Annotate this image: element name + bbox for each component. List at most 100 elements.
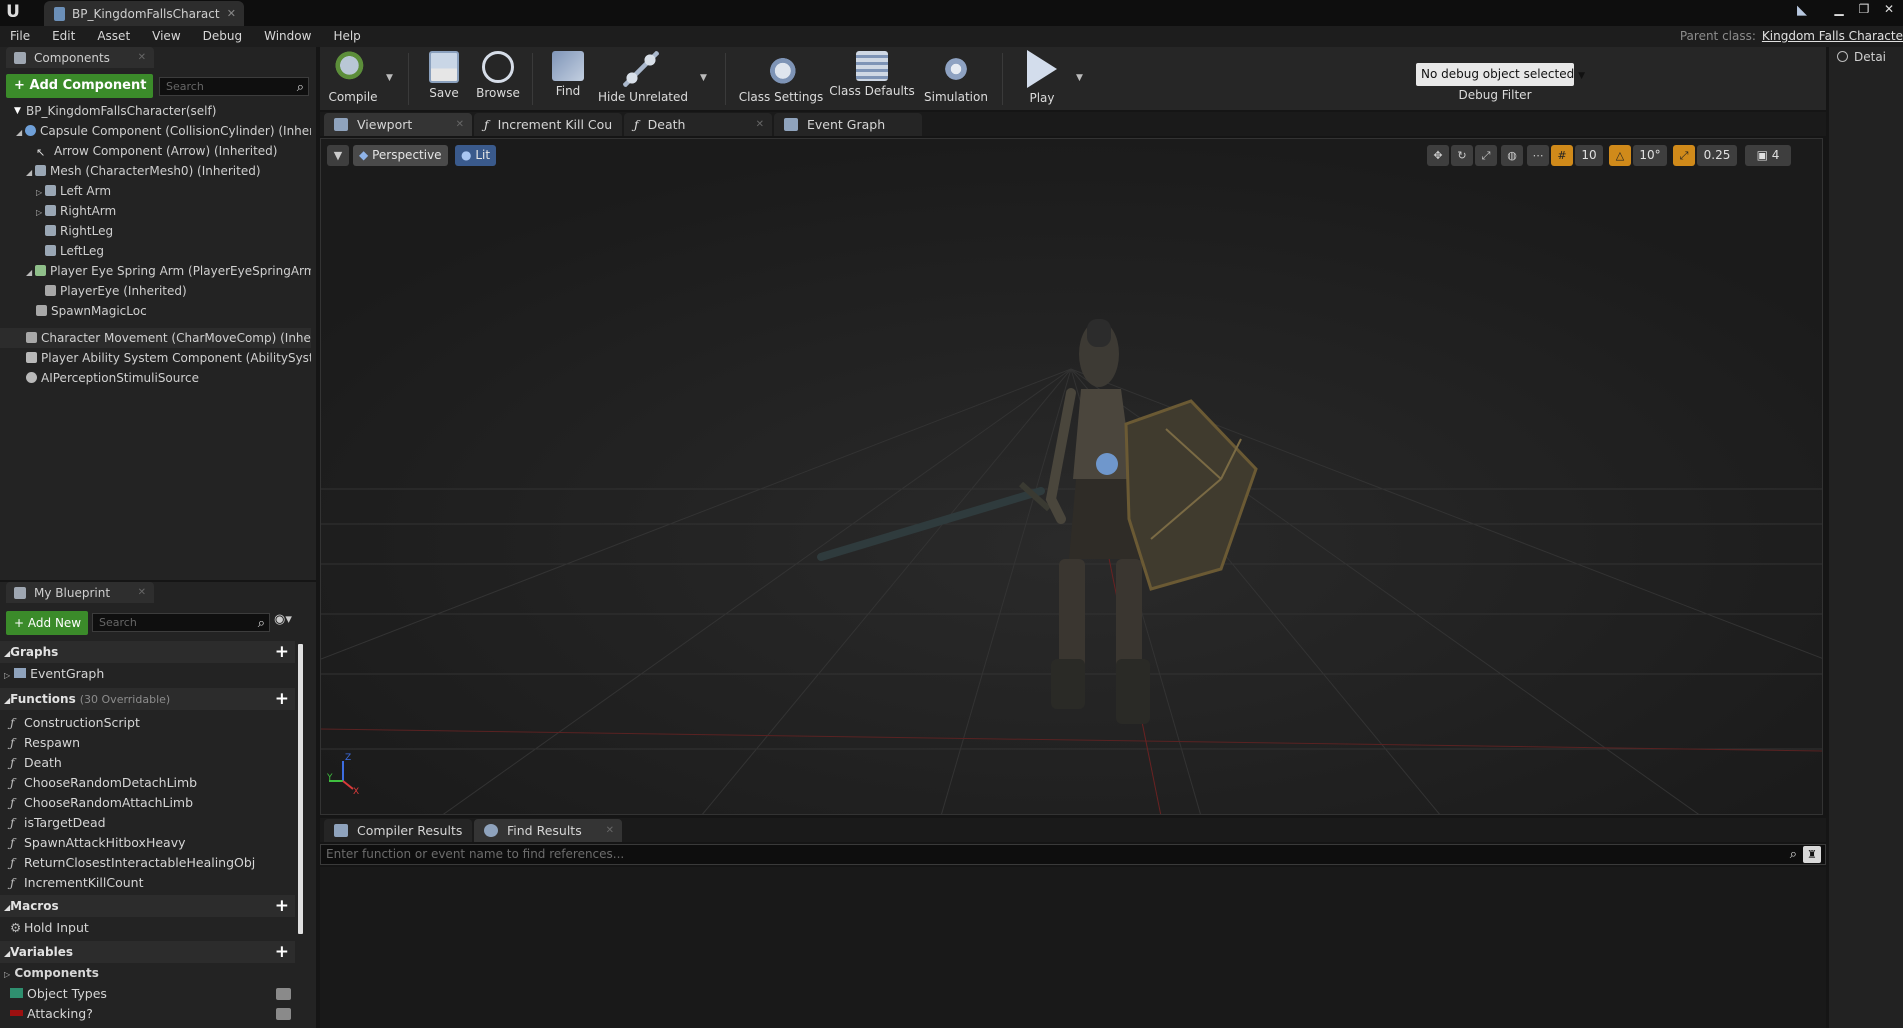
function-item[interactable]: ƒ ReturnClosestInteractableHealingObj bbox=[10, 853, 255, 873]
tab-components[interactable]: Components ✕ bbox=[6, 47, 154, 68]
function-item[interactable]: ƒ Respawn bbox=[10, 733, 80, 753]
function-item[interactable]: ƒ SpawnAttackHitboxHeavy bbox=[10, 833, 186, 853]
component-item-ai-perception[interactable]: AIPerceptionStimuliSource bbox=[26, 368, 311, 388]
maximize-button[interactable]: ❐ bbox=[1853, 2, 1875, 17]
close-icon[interactable]: ✕ bbox=[606, 825, 614, 836]
browse-button[interactable]: Browse bbox=[470, 47, 526, 110]
hide-unrelated-chevron-icon[interactable]: ▼ bbox=[700, 73, 707, 83]
blueprint-scrollbar[interactable] bbox=[298, 644, 303, 934]
component-item-capsule[interactable]: ◢ Capsule Component (CollisionCylinder) (… bbox=[16, 121, 311, 141]
close-icon[interactable]: ✕ bbox=[456, 119, 464, 130]
grid-snap-value[interactable]: 10 bbox=[1575, 145, 1603, 166]
find-in-all-blueprints-icon[interactable]: ♜ bbox=[1803, 846, 1821, 863]
tab-death[interactable]: ƒ Death ✕ bbox=[624, 113, 772, 136]
viewport-options-button[interactable]: ▼ bbox=[327, 145, 349, 166]
translate-icon[interactable]: ✥ bbox=[1427, 145, 1449, 166]
close-window-button[interactable]: ✕ bbox=[1878, 2, 1900, 17]
function-item[interactable]: ƒ IncrementKillCount bbox=[10, 873, 143, 893]
class-settings-button[interactable]: Class Settings bbox=[738, 47, 824, 110]
add-graph-button[interactable]: + bbox=[275, 641, 289, 663]
find-references-input[interactable]: Enter function or event name to find ref… bbox=[320, 844, 1826, 865]
menu-help[interactable]: Help bbox=[322, 26, 371, 47]
notification-icon[interactable]: ◣ bbox=[1797, 3, 1817, 19]
close-icon[interactable]: ✕ bbox=[756, 119, 764, 130]
compile-options-chevron-icon[interactable]: ▼ bbox=[386, 73, 393, 83]
visibility-eye-icon[interactable] bbox=[276, 988, 291, 1000]
function-item[interactable]: ƒ isTargetDead bbox=[10, 813, 106, 833]
find-button[interactable]: Find bbox=[542, 47, 594, 110]
tab-my-blueprint[interactable]: My Blueprint ✕ bbox=[6, 582, 154, 603]
expand-arrow-icon[interactable]: ◢ bbox=[16, 123, 25, 141]
collapsed-arrow-icon[interactable]: ▷ bbox=[36, 183, 45, 201]
menu-view[interactable]: View bbox=[141, 26, 191, 47]
macros-header[interactable]: ◢Macros + bbox=[0, 895, 295, 917]
add-function-button[interactable]: + bbox=[275, 688, 289, 710]
component-item-spring-arm[interactable]: ◢ Player Eye Spring Arm (PlayerEyeSpringA… bbox=[26, 261, 311, 281]
add-component-button[interactable]: + Add Component ▼ bbox=[6, 74, 153, 116]
tab-compiler-results[interactable]: Compiler Results bbox=[324, 819, 472, 842]
visibility-eye-icon[interactable] bbox=[276, 1008, 291, 1020]
expand-arrow-icon[interactable]: ◢ bbox=[26, 163, 35, 181]
component-item-left-leg[interactable]: LeftLeg bbox=[45, 241, 311, 261]
perspective-button[interactable]: ◆ Perspective bbox=[353, 145, 448, 166]
view-mode-button[interactable]: ● Lit bbox=[455, 145, 497, 166]
tab-event-graph[interactable]: Event Graph bbox=[774, 113, 922, 136]
parent-class-link[interactable]: Kingdom Falls Characte bbox=[1762, 29, 1903, 43]
tab-find-results[interactable]: Find Results ✕ bbox=[474, 819, 622, 842]
component-item-right-leg[interactable]: RightLeg bbox=[45, 221, 311, 241]
rotation-snap-value[interactable]: 10° bbox=[1633, 145, 1667, 166]
variables-category[interactable]: ▷ Components bbox=[4, 963, 99, 983]
scale-snap-value[interactable]: 0.25 bbox=[1697, 145, 1737, 166]
rotation-snap-icon[interactable]: △ bbox=[1609, 145, 1631, 166]
minimize-button[interactable]: ▁ bbox=[1828, 2, 1850, 17]
graph-item-eventgraph[interactable]: ▷ EventGraph bbox=[4, 664, 104, 684]
play-options-chevron-icon[interactable]: ▼ bbox=[1076, 73, 1083, 83]
grid-snap-icon[interactable]: # bbox=[1551, 145, 1573, 166]
blueprint-search-input[interactable]: Search ⌕ bbox=[92, 613, 270, 632]
simulation-button[interactable]: Simulation bbox=[920, 47, 992, 110]
compile-button[interactable]: Compile bbox=[324, 47, 382, 110]
tab-increment-kill-count[interactable]: ƒ Increment Kill Cou bbox=[474, 113, 622, 136]
play-button[interactable]: Play bbox=[1016, 47, 1068, 110]
rotate-icon[interactable]: ↻ bbox=[1451, 145, 1473, 166]
viewport[interactable]: Z Y X ▼ ◆ Perspective ● Lit ✥ ↻ ⤢ ◍ ⋯ # … bbox=[320, 138, 1823, 815]
component-item-player-eye[interactable]: PlayerEye (Inherited) bbox=[45, 281, 311, 301]
eye-icon[interactable]: ◉▾ bbox=[274, 612, 292, 627]
functions-header[interactable]: ◢Functions (30 Overridable) + bbox=[0, 688, 295, 710]
component-item-spawn-magic-loc[interactable]: SpawnMagicLoc bbox=[36, 301, 311, 321]
menu-asset[interactable]: Asset bbox=[86, 26, 141, 47]
variable-item[interactable]: Object Types bbox=[10, 984, 300, 1004]
save-button[interactable]: Save bbox=[420, 47, 468, 110]
hide-unrelated-button[interactable]: Hide Unrelated bbox=[598, 47, 688, 110]
component-item-right-arm[interactable]: ▷ RightArm bbox=[36, 201, 311, 221]
component-item-character-movement[interactable]: Character Movement (CharMoveComp) (Inher… bbox=[0, 328, 311, 348]
expand-arrow-icon[interactable]: ◢ bbox=[26, 263, 35, 281]
macro-item[interactable]: ⚙ Hold Input bbox=[10, 918, 89, 938]
function-item[interactable]: ƒ ChooseRandomAttachLimb bbox=[10, 793, 193, 813]
surface-snap-icon[interactable]: ⋯ bbox=[1527, 145, 1549, 166]
scale-icon[interactable]: ⤢ bbox=[1475, 145, 1497, 166]
function-item[interactable]: ƒ ChooseRandomDetachLimb bbox=[10, 773, 197, 793]
coordinate-system-icon[interactable]: ◍ bbox=[1501, 145, 1523, 166]
close-icon[interactable]: ✕ bbox=[227, 7, 236, 20]
menu-window[interactable]: Window bbox=[253, 26, 322, 47]
tab-viewport[interactable]: Viewport ✕ bbox=[324, 113, 472, 136]
component-item-arrow[interactable]: ↖ Arrow Component (Arrow) (Inherited) bbox=[36, 141, 311, 161]
collapsed-arrow-icon[interactable]: ▷ bbox=[36, 203, 45, 221]
components-search-input[interactable]: Search ⌕ bbox=[159, 77, 309, 96]
menu-edit[interactable]: Edit bbox=[41, 26, 86, 47]
debug-object-select[interactable]: No debug object selected ▼ bbox=[1416, 63, 1585, 86]
variables-header[interactable]: ◢Variables + bbox=[0, 941, 295, 963]
component-item-mesh[interactable]: ◢ Mesh (CharacterMesh0) (Inherited) bbox=[26, 161, 311, 181]
tab-details[interactable]: Detai bbox=[1833, 47, 1886, 67]
add-new-button[interactable]: + Add New ▼ bbox=[6, 611, 88, 654]
component-item-self[interactable]: BP_KingdomFallsCharacter(self) bbox=[26, 101, 311, 121]
component-item-ability-system[interactable]: Player Ability System Component (Ability… bbox=[26, 348, 311, 368]
graphs-header[interactable]: ◢Graphs + bbox=[0, 641, 295, 663]
component-item-left-arm[interactable]: ▷ Left Arm bbox=[36, 181, 311, 201]
camera-speed-button[interactable]: ▣ 4 bbox=[1745, 145, 1791, 166]
close-icon[interactable]: ✕ bbox=[138, 52, 146, 63]
add-macro-button[interactable]: + bbox=[275, 895, 289, 917]
class-defaults-button[interactable]: Class Defaults bbox=[828, 47, 916, 110]
document-tab[interactable]: BP_KingdomFallsCharact ✕ bbox=[44, 1, 244, 26]
